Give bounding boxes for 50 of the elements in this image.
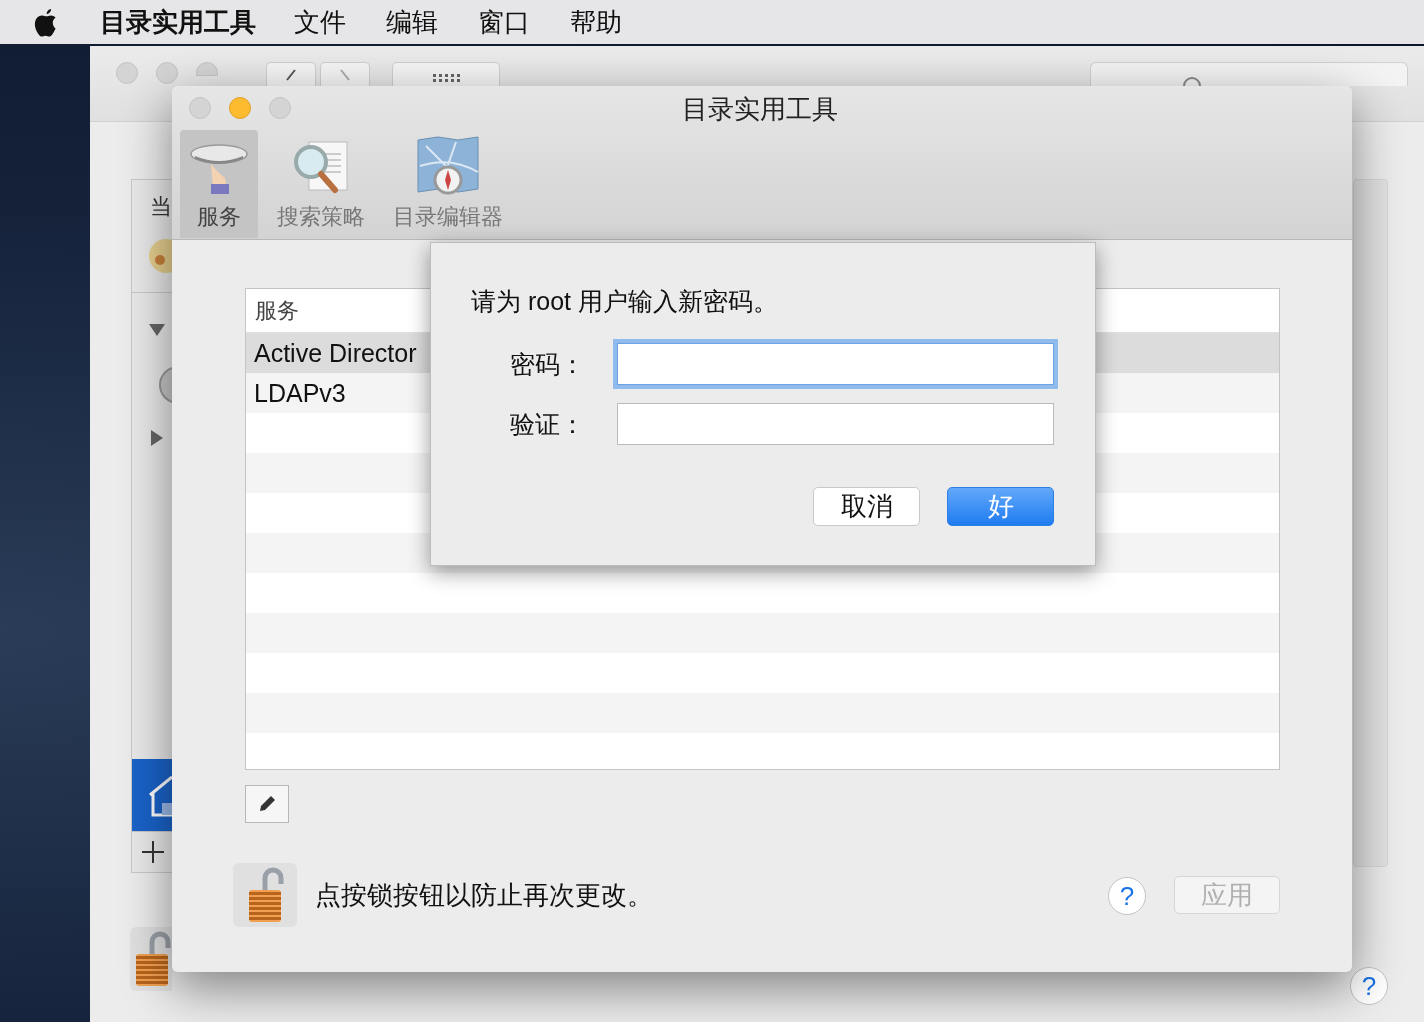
toolbar-tab[interactable]: 服务 [180, 130, 258, 238]
table-cell: LDAPv3 [254, 378, 346, 408]
disclosure-down-icon [148, 323, 166, 337]
table-cell: Active Director [254, 338, 417, 368]
avatar-icon [146, 238, 172, 274]
pencil-icon [257, 794, 277, 814]
menu-item[interactable]: 文件 [294, 4, 346, 40]
lock-button[interactable] [233, 863, 297, 927]
password-field[interactable] [617, 343, 1054, 385]
edit-button[interactable] [245, 785, 289, 823]
add-button[interactable] [142, 841, 164, 863]
menu-item[interactable]: 窗口 [478, 4, 530, 40]
selected-row[interactable] [132, 759, 172, 831]
back-button[interactable] [266, 62, 316, 86]
field-label: 密码： [509, 348, 585, 380]
help-button[interactable]: ? [1350, 967, 1388, 1005]
lock-message: 点按锁按钮以防止再次更改。 [315, 878, 654, 912]
chevron-right-icon [340, 68, 350, 81]
map-compass-icon [416, 136, 480, 196]
section-header: 当 [150, 193, 172, 221]
window-control[interactable] [269, 97, 291, 119]
toolbar-tab[interactable]: 目录编辑器 [384, 130, 512, 238]
house-icon [146, 773, 172, 817]
cancel-button[interactable]: 取消 [813, 487, 920, 526]
dialog-message: 请为 root 用户输入新密码。 [471, 286, 779, 317]
grid-icon [432, 73, 460, 82]
ok-button[interactable]: 好 [947, 487, 1054, 526]
field-label: 验证： [509, 408, 585, 440]
menu-item[interactable]: 帮助 [570, 4, 622, 40]
show-all-button[interactable] [392, 62, 500, 86]
disclosure-right-icon [150, 429, 164, 447]
forward-button[interactable] [320, 62, 370, 86]
search-field[interactable] [1090, 62, 1408, 86]
chevron-left-icon [286, 68, 296, 81]
plus-icon [142, 841, 164, 863]
menu-item[interactable]: 目录实用工具 [100, 4, 256, 40]
lock-button[interactable] [130, 927, 172, 991]
column-header: 服务 [255, 296, 299, 325]
password-field[interactable] [617, 403, 1054, 445]
window-control[interactable] [196, 62, 218, 76]
help-button[interactable]: ? [1108, 877, 1146, 915]
magnifier-document-icon [291, 140, 351, 196]
toolbar-tab[interactable]: 搜索策略 [268, 130, 374, 238]
window-control[interactable] [116, 62, 138, 84]
search-icon [1183, 77, 1201, 86]
menu-item[interactable]: 编辑 [386, 4, 438, 40]
window-control[interactable] [189, 97, 211, 119]
window-control[interactable] [229, 97, 251, 119]
window-title: 目录实用工具 [682, 93, 838, 126]
window-control[interactable] [156, 62, 178, 84]
